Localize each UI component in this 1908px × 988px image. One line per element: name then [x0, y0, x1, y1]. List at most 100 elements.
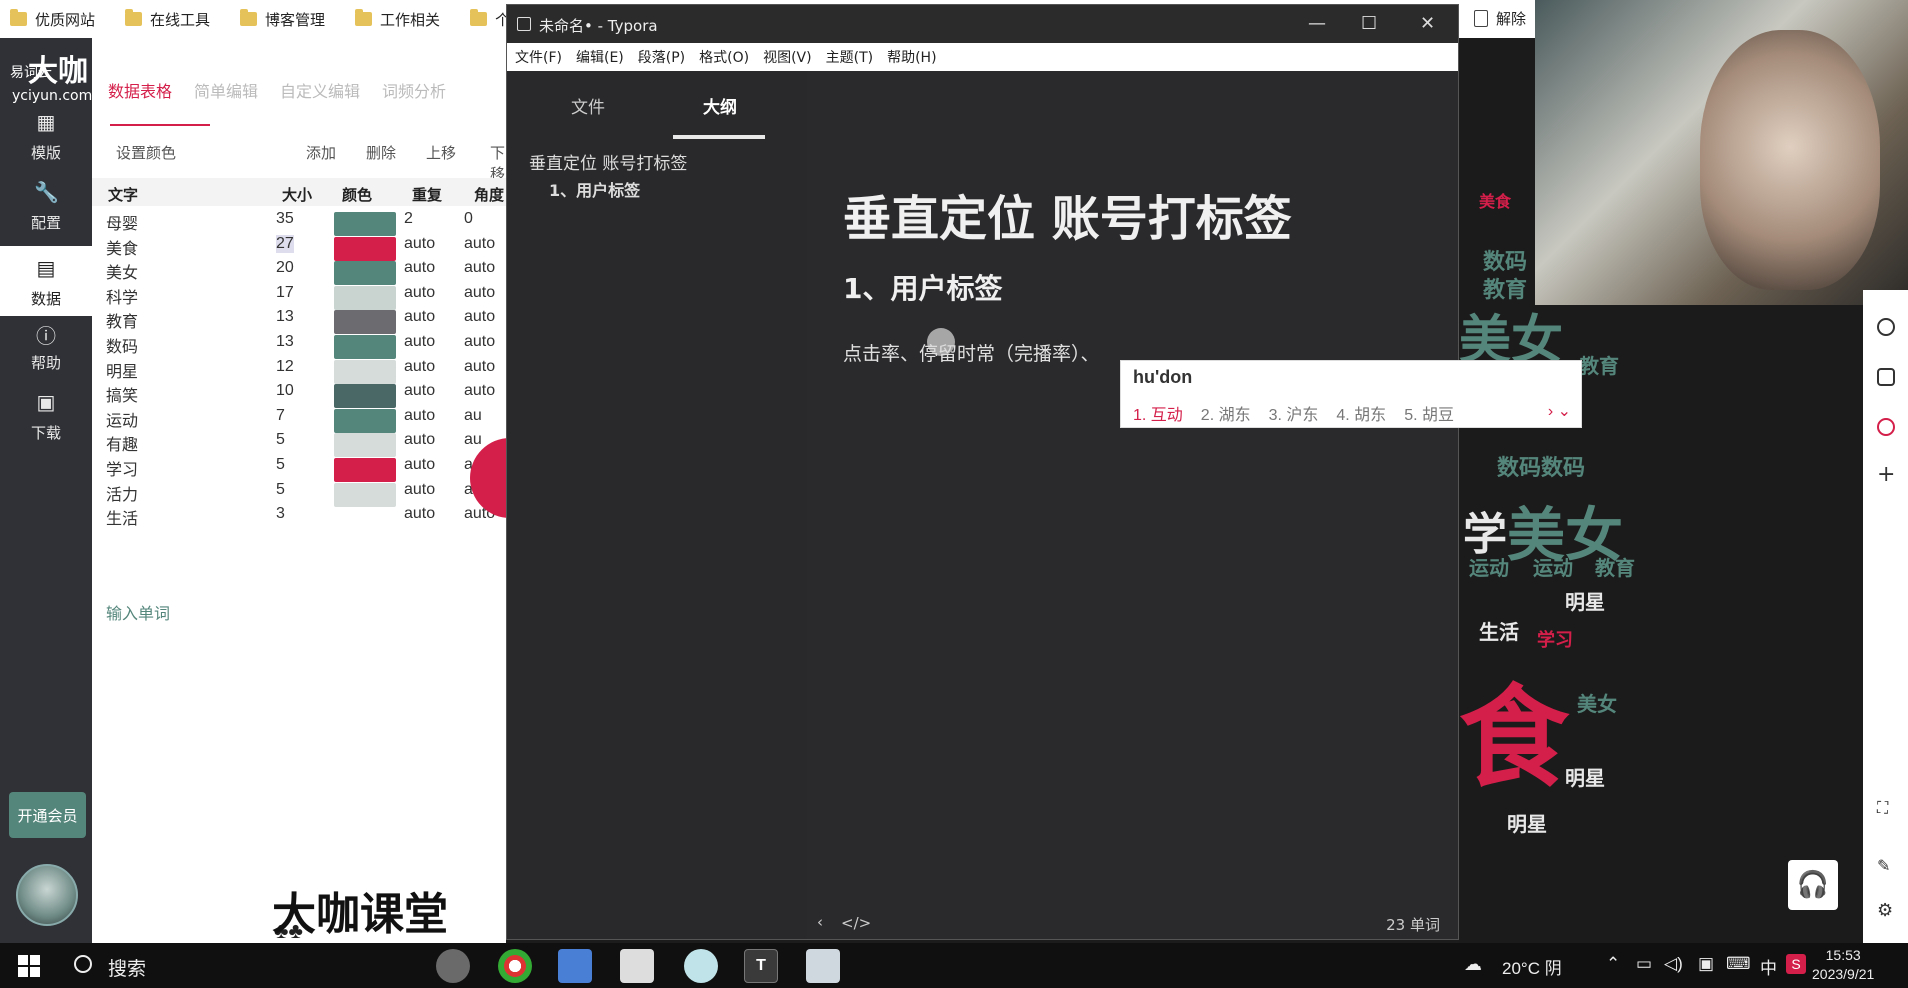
display-icon[interactable]: ▣: [1698, 954, 1714, 974]
menu-item-5[interactable]: 主题(T): [826, 47, 873, 67]
typora-editor[interactable]: 垂直定位 账号打标签 1、用户标签 点击率、停留时常（完播率）、: [807, 71, 1458, 909]
browser-icon[interactable]: [498, 949, 532, 983]
bookmark-4[interactable]: 个: [470, 9, 510, 30]
sidebar-item-label: 配置: [30, 214, 61, 232]
close-icon[interactable]: ✕: [1420, 13, 1435, 34]
maximize-icon[interactable]: ☐: [1361, 13, 1377, 34]
chevron-up-icon[interactable]: ⌃: [1606, 954, 1620, 974]
ime-candidate-5[interactable]: 5. 胡豆: [1404, 401, 1454, 425]
ime-candidate-4[interactable]: 4. 胡东: [1336, 401, 1386, 425]
sidebar-item-2[interactable]: ▤ 数据: [0, 246, 92, 316]
windows-start-icon[interactable]: [18, 955, 40, 977]
toggle-sidebar-icon[interactable]: ‹: [817, 913, 823, 931]
plus-icon[interactable]: +: [1877, 462, 1895, 487]
wordcloud-word: 数码数码: [1497, 456, 1586, 481]
cell-word: 生活: [106, 511, 139, 529]
paragraph[interactable]: 点击率、停留时常（完播率）、: [843, 339, 1100, 366]
menu-item-2[interactable]: 段落(P): [638, 47, 685, 67]
cell-repeat: auto: [404, 308, 436, 326]
wordcloud-word: 食: [1459, 674, 1569, 802]
folder-icon: [10, 9, 27, 26]
open-vip-button[interactable]: 开通会员: [9, 792, 86, 838]
edit-icon[interactable]: ✎: [1877, 856, 1890, 875]
weather-text[interactable]: 20°C 阴: [1502, 954, 1562, 979]
volume-icon[interactable]: ◁): [1664, 954, 1683, 974]
outline-item-h1[interactable]: 垂直定位 账号打标签: [529, 149, 687, 174]
cell-size: 5: [276, 456, 285, 473]
help-icon: ⓘ: [36, 324, 56, 348]
clock[interactable]: 15:53 2023/9/21: [1812, 946, 1874, 984]
input-method[interactable]: 中: [1760, 954, 1777, 979]
table-row[interactable]: 生活 3 auto auto: [92, 501, 506, 531]
sidebar-item-0[interactable]: ▦ 模版: [0, 110, 92, 170]
tab-1[interactable]: 简单编辑: [194, 78, 258, 102]
add-button[interactable]: 添加: [306, 142, 336, 163]
tab-3[interactable]: 词频分析: [382, 78, 446, 102]
delete-button[interactable]: 删除: [366, 142, 396, 163]
menu-item-0[interactable]: 文件(F): [515, 47, 562, 67]
headset-icon[interactable]: 🎧: [1788, 860, 1838, 910]
avatar[interactable]: [16, 864, 78, 926]
tab-files[interactable]: 文件: [571, 93, 605, 118]
sidebar-item-4[interactable]: ▣ 下载: [0, 390, 92, 450]
move-up-button[interactable]: 上移: [426, 142, 456, 163]
gear-icon[interactable]: ⚙: [1877, 900, 1893, 921]
cell-size: 13: [276, 333, 294, 350]
app-icon-1[interactable]: [436, 949, 470, 983]
bookmark-1[interactable]: 在线工具: [125, 9, 210, 30]
document-app-icon[interactable]: [620, 949, 654, 983]
cell-repeat: auto: [404, 505, 436, 523]
crop-icon[interactable]: ⛶: [1877, 798, 1888, 818]
window-app-icon[interactable]: [558, 949, 592, 983]
ime-candidates: 1. 互动 2. 湖东 3. 沪东 4. 胡东 5. 胡豆: [1133, 401, 1454, 425]
wordcloud-word: 明星: [1507, 812, 1547, 836]
bookmark-0[interactable]: 优质网站: [10, 9, 95, 30]
add-word-input[interactable]: 输入单词: [106, 600, 170, 624]
tab-2[interactable]: 自定义编辑: [280, 78, 360, 102]
flower-app-icon[interactable]: [684, 949, 718, 983]
menu-item-3[interactable]: 格式(O): [699, 47, 749, 67]
cell-repeat: auto: [404, 234, 436, 252]
ime-candidate-window: hu'don 1. 互动 2. 湖东 3. 沪东 4. 胡东 5. 胡豆 › ⌄: [1120, 360, 1582, 428]
cell-angle: auto: [464, 308, 496, 326]
heading-2[interactable]: 1、用户标签: [843, 267, 1002, 307]
wordcloud-word: 教育: [1579, 354, 1619, 378]
sidebar-item-3[interactable]: ⓘ 帮助: [0, 320, 92, 380]
weather-cloud-icon[interactable]: ☁: [1464, 954, 1482, 975]
heading-1[interactable]: 垂直定位 账号打标签: [843, 179, 1292, 249]
tab-outline[interactable]: 大纲: [703, 93, 737, 118]
ime-candidate-2[interactable]: 2. 湖东: [1201, 401, 1251, 425]
minimize-icon[interactable]: —: [1308, 13, 1326, 34]
word-count[interactable]: 23 单词: [1386, 914, 1440, 935]
mouse-cursor-highlight: [927, 328, 955, 356]
flower-icon[interactable]: [1877, 418, 1895, 436]
outline-item-h2[interactable]: 1、用户标签: [549, 177, 640, 201]
cell-size: 5: [276, 480, 285, 498]
typora-sidebar: 文件 大纲 垂直定位 账号打标签 1、用户标签: [507, 71, 807, 939]
menu-item-4[interactable]: 视图(V): [763, 47, 812, 67]
tab-0[interactable]: 数据表格: [108, 78, 172, 102]
set-color-button[interactable]: 设置颜色: [116, 142, 176, 163]
bookmark-2[interactable]: 博客管理: [240, 9, 325, 30]
bookmark-right[interactable]: 解除: [1474, 8, 1526, 29]
keyboard-icon[interactable]: ⌨: [1726, 954, 1751, 974]
refresh-icon[interactable]: [1877, 318, 1895, 336]
wordcloud-word: 教育: [1595, 556, 1635, 580]
camera-icon[interactable]: [1877, 368, 1895, 386]
ime-candidate-1[interactable]: 1. 互动: [1133, 401, 1183, 425]
ime-candidate-3[interactable]: 3. 沪东: [1269, 401, 1319, 425]
menu-item-1[interactable]: 编辑(E): [576, 47, 624, 67]
typora-taskbar-icon[interactable]: T: [744, 949, 778, 983]
source-code-icon[interactable]: </>: [841, 914, 871, 932]
files-app-icon[interactable]: [806, 949, 840, 983]
sogou-icon[interactable]: S: [1786, 954, 1806, 974]
search-icon[interactable]: [74, 955, 92, 973]
sidebar-item-1[interactable]: 🔧 配置: [0, 180, 92, 240]
logo-url: yciyun.com: [12, 88, 93, 104]
taskbar-search[interactable]: 搜索: [108, 954, 146, 981]
network-icon[interactable]: ▭: [1636, 954, 1652, 974]
ime-page-arrows[interactable]: › ⌄: [1548, 401, 1571, 421]
bookmark-3[interactable]: 工作相关: [355, 9, 440, 30]
app-sidebar: 大咖 易词云 yciyun.com ▦ 模版 🔧 配置 ▤ 数据 ⓘ 帮助 ▣ 下载 开通会员: [0, 38, 92, 943]
menu-item-6[interactable]: 帮助(H): [887, 47, 936, 67]
